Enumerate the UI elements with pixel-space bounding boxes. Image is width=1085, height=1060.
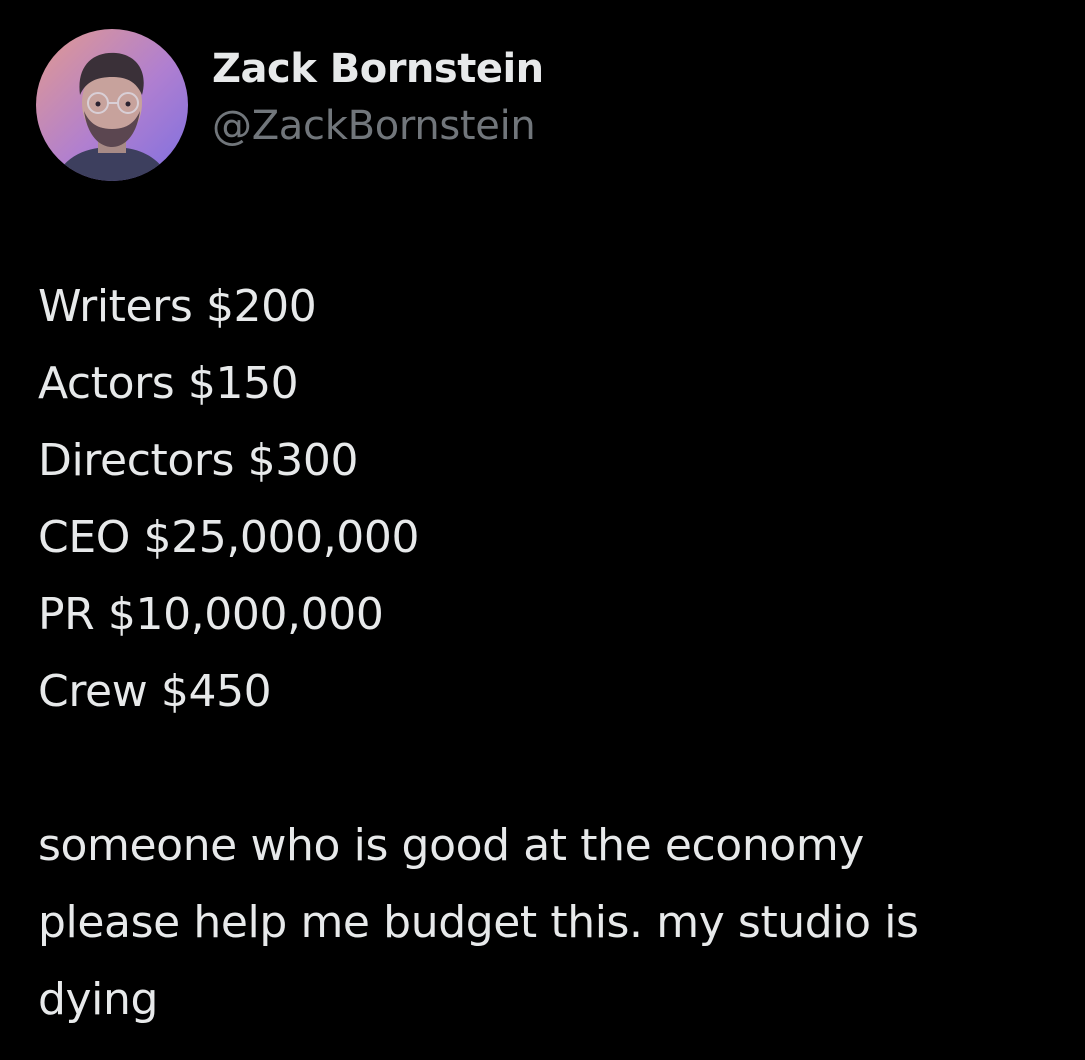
closing-line: someone who is good at the economy — [38, 820, 864, 871]
tweet-card: Zack Bornstein @ZackBornstein Writers $2… — [0, 0, 1085, 1060]
budget-line: CEO $25,000,000 — [38, 512, 420, 563]
budget-line: Actors $150 — [38, 358, 299, 409]
closing-line: please help me budget this. my studio is — [38, 897, 919, 948]
display-name[interactable]: Zack Bornstein — [212, 42, 544, 96]
budget-line: Writers $200 — [38, 281, 317, 332]
budget-line: Directors $300 — [38, 435, 359, 486]
budget-line: Crew $450 — [38, 666, 272, 717]
avatar[interactable] — [36, 29, 188, 181]
tweet-body: Writers $200 Actors $150 Directors $300 … — [38, 268, 1068, 1038]
closing-line: dying — [38, 974, 159, 1025]
budget-line: PR $10,000,000 — [38, 589, 384, 640]
profile-photo-icon — [36, 29, 188, 181]
author-names: Zack Bornstein @ZackBornstein — [212, 42, 544, 156]
user-handle[interactable]: @ZackBornstein — [212, 96, 544, 156]
tweet-header: Zack Bornstein @ZackBornstein — [36, 29, 544, 181]
